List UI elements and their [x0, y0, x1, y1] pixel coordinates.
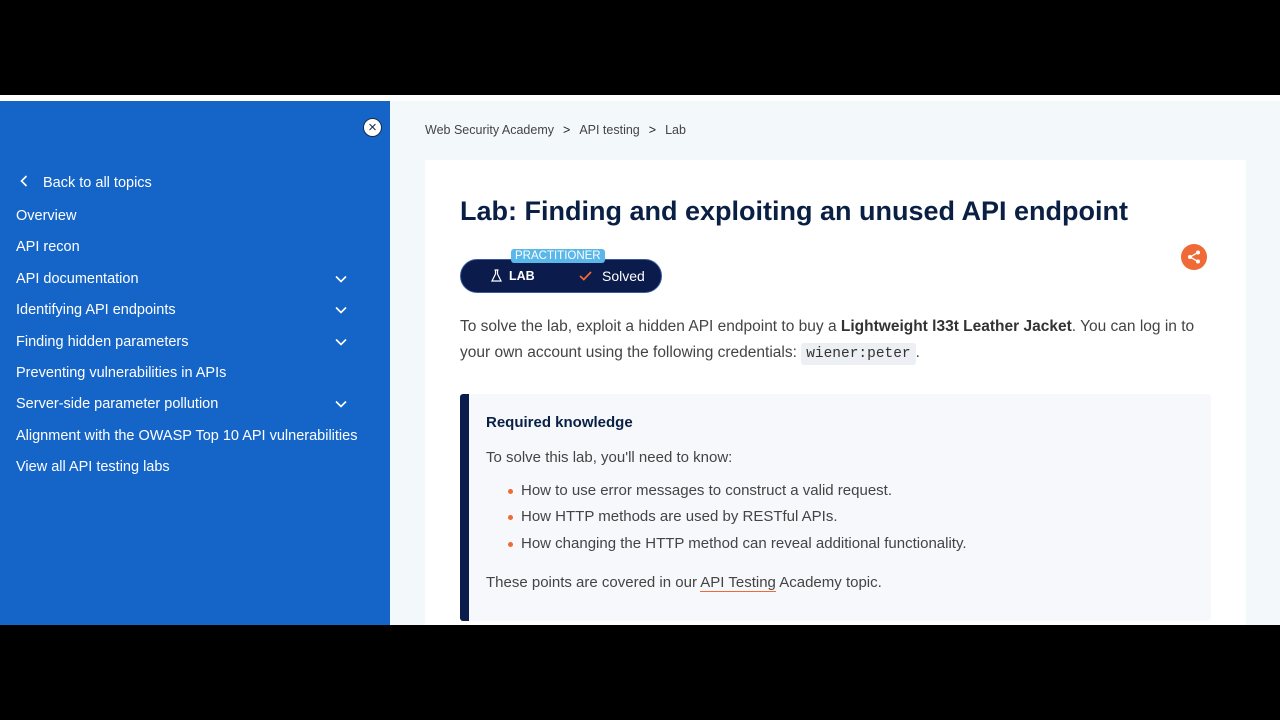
sidebar-item-label: API recon: [16, 239, 80, 256]
knowledge-list: How to use error messages to construct a…: [486, 478, 967, 557]
sidebar-item-label: Identifying API endpoints: [16, 302, 176, 319]
sidebar: × Back to all topics Overview API recon …: [0, 101, 390, 625]
breadcrumb-separator: >: [648, 123, 657, 137]
sidebar-item-all-labs[interactable]: View all API testing labs: [16, 452, 361, 483]
lab-type: LAB: [489, 260, 535, 292]
chevron-down-icon[interactable]: [335, 264, 347, 295]
knowledge-lead: To solve this lab, you'll need to know:: [486, 449, 733, 466]
main-content: Web Security Academy > API testing > Lab Lab…: [390, 101, 1280, 625]
chevron-down-icon[interactable]: [335, 295, 347, 326]
knowledge-title: Required knowledge: [486, 414, 633, 431]
sidebar-item-label: API documentation: [16, 270, 139, 287]
chevron-down-icon[interactable]: [335, 389, 347, 420]
sidebar-item-label: Preventing vulnerabilities in APIs: [16, 364, 227, 381]
required-knowledge-box: Required knowledge To solve this lab, yo…: [460, 394, 1211, 621]
page-title: Lab: Finding and exploiting an unused AP…: [460, 196, 1128, 226]
sidebar-item-label: Alignment with the OWASP Top 10 API vuln…: [16, 427, 358, 444]
breadcrumb-current[interactable]: Lab: [665, 123, 686, 137]
breadcrumb-separator: >: [563, 123, 571, 137]
sidebar-item-label: View all API testing labs: [16, 459, 170, 476]
intro-text: To solve the lab, exploit a hidden API e…: [460, 318, 841, 335]
intro-text: .: [915, 344, 920, 361]
list-item: How to use error messages to construct a…: [486, 478, 967, 504]
sidebar-item-identifying-endpoints[interactable]: Identifying API endpoints: [16, 295, 361, 326]
lab-status-badge: LAB Solved: [460, 259, 662, 293]
flask-icon: [491, 269, 502, 282]
back-to-topics-link[interactable]: Back to all topics: [16, 165, 361, 201]
solved-status: Solved: [579, 260, 645, 292]
close-icon[interactable]: ×: [363, 118, 382, 137]
sidebar-item-overview[interactable]: Overview: [16, 201, 361, 232]
sidebar-item-parameter-pollution[interactable]: Server-side parameter pollution: [16, 389, 361, 420]
sidebar-item-api-recon[interactable]: API recon: [16, 232, 361, 263]
sidebar-item-api-documentation[interactable]: API documentation: [16, 264, 361, 295]
footer-text: These points are covered in our: [486, 574, 701, 591]
sidebar-item-label: Server-side parameter pollution: [16, 396, 219, 413]
api-testing-topic-link[interactable]: API Testing: [700, 574, 776, 592]
breadcrumb-link-academy[interactable]: Web Security Academy: [425, 123, 554, 137]
status-label: Solved: [602, 268, 645, 284]
sidebar-nav: Back to all topics Overview API recon AP…: [16, 165, 361, 484]
lab-type-label: LAB: [509, 269, 535, 283]
sidebar-item-preventing-vulnerabilities[interactable]: Preventing vulnerabilities in APIs: [16, 358, 361, 389]
check-icon: [579, 271, 592, 281]
breadcrumb-link-api-testing[interactable]: API testing: [579, 123, 639, 137]
chevron-down-icon[interactable]: [335, 327, 347, 358]
target-product: Lightweight l33t Leather Jacket: [840, 318, 1072, 335]
list-item: How changing the HTTP method can reveal …: [486, 531, 967, 557]
breadcrumb: Web Security Academy > API testing > Lab: [425, 123, 686, 137]
back-to-topics-label: Back to all topics: [43, 175, 152, 191]
lab-card: Lab: Finding and exploiting an unused AP…: [425, 160, 1246, 625]
knowledge-footer: These points are covered in our API Test…: [486, 574, 882, 592]
footer-text: Academy topic.: [775, 574, 882, 591]
sidebar-item-hidden-parameters[interactable]: Finding hidden parameters: [16, 327, 361, 358]
app-frame: × Back to all topics Overview API recon …: [0, 95, 1280, 625]
list-item: How HTTP methods are used by RESTful API…: [486, 504, 967, 530]
sidebar-item-label: Finding hidden parameters: [16, 333, 189, 350]
lab-description: To solve the lab, exploit a hidden API e…: [460, 314, 1220, 367]
chevron-left-icon: [20, 165, 28, 201]
share-icon[interactable]: [1181, 244, 1207, 270]
level-badge: PRACTITIONER: [511, 249, 605, 263]
credentials-code: wiener:peter: [801, 343, 916, 365]
sidebar-item-owasp-alignment[interactable]: Alignment with the OWASP Top 10 API vuln…: [16, 421, 361, 452]
sidebar-item-label: Overview: [16, 208, 77, 224]
